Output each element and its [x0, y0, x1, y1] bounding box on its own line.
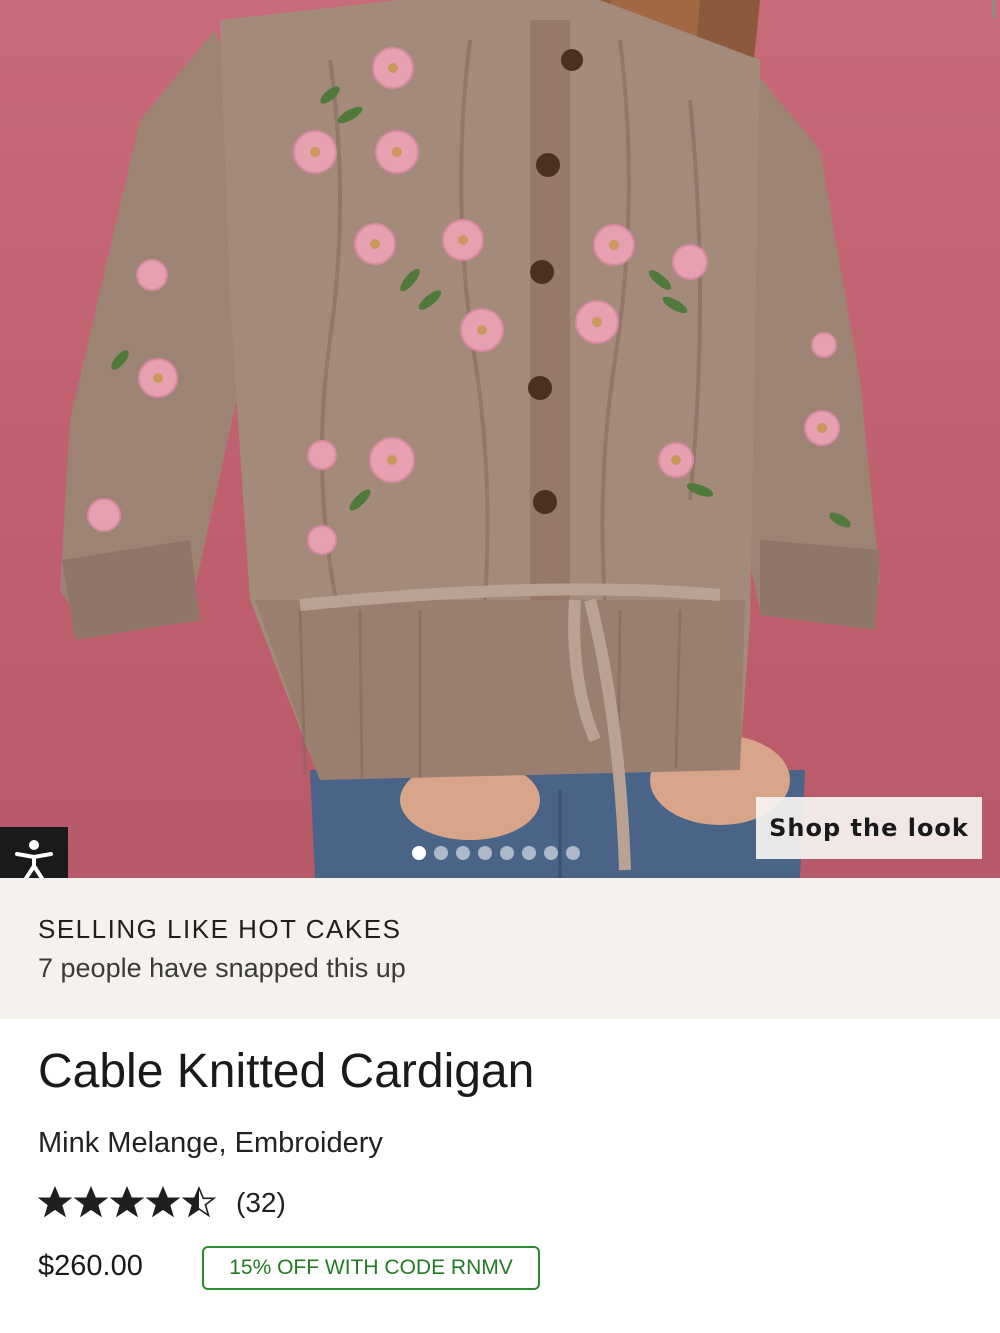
carousel-dot[interactable] — [544, 846, 558, 860]
carousel-dot[interactable] — [434, 846, 448, 860]
scrollbar[interactable] — [992, 0, 996, 18]
accessibility-person-icon — [15, 839, 53, 882]
product-hero-image[interactable]: Shop the look — [0, 0, 1000, 878]
product-price: $260.00 — [38, 1250, 143, 1282]
carousel-dot[interactable] — [566, 846, 580, 860]
star-full-icon — [38, 1186, 72, 1218]
star-full-icon — [110, 1186, 144, 1218]
carousel-dot[interactable] — [478, 846, 492, 860]
star-full-icon — [146, 1186, 180, 1218]
star-half-icon — [182, 1186, 216, 1218]
product-title: Cable Knitted Cardigan — [38, 1045, 535, 1098]
banner-title: SELLING LIKE HOT CAKES — [38, 914, 402, 944]
promo-code-badge: 15% OFF WITH CODE RNMV — [202, 1246, 540, 1290]
review-count[interactable]: (32) — [236, 1187, 286, 1219]
shop-the-look-button[interactable]: Shop the look — [756, 797, 982, 859]
rating-stars — [38, 1186, 216, 1220]
product-rating[interactable]: (32) — [38, 1186, 286, 1220]
banner-subtitle: 7 people have snapped this up — [38, 953, 406, 983]
star-full-icon — [74, 1186, 108, 1218]
cardigan-photo — [60, 0, 880, 878]
carousel-dot[interactable] — [412, 846, 426, 860]
carousel-dots — [412, 846, 580, 860]
carousel-dot[interactable] — [522, 846, 536, 860]
carousel-dot[interactable] — [456, 846, 470, 860]
social-proof-banner — [0, 878, 1000, 1019]
carousel-dot[interactable] — [500, 846, 514, 860]
product-variant: Mink Melange, Embroidery — [38, 1127, 383, 1159]
